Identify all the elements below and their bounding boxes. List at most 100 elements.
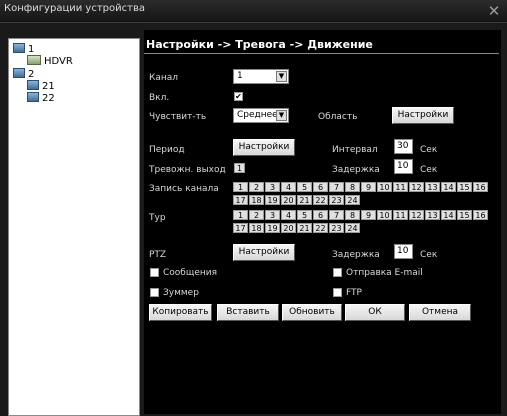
close-icon[interactable]: ✕: [487, 4, 501, 19]
region-label: Область: [318, 112, 358, 122]
messages-label: Сообщения: [163, 268, 218, 278]
record-channel-4[interactable]: 4: [281, 182, 296, 192]
tour-channel-12[interactable]: 12: [409, 210, 424, 220]
title-divider: [144, 53, 499, 54]
tour-channel-2[interactable]: 2: [249, 210, 264, 220]
record-channel-18[interactable]: 18: [249, 195, 264, 205]
period-settings-button[interactable]: Настройки: [233, 139, 295, 156]
tree-item-1[interactable]: 1: [13, 43, 34, 55]
record-channel-22[interactable]: 22: [313, 195, 328, 205]
tree-item-hdvr[interactable]: HDVR: [27, 55, 73, 67]
record-channel-15[interactable]: 15: [457, 182, 472, 192]
tour-channel-20[interactable]: 20: [281, 223, 296, 233]
buzzer-checkbox[interactable]: [150, 288, 159, 297]
record-channel-10[interactable]: 10: [377, 182, 392, 192]
tour-channel-7[interactable]: 7: [329, 210, 344, 220]
record-channel-7[interactable]: 7: [329, 182, 344, 192]
tour-channel-3[interactable]: 3: [265, 210, 280, 220]
tour-channel-10[interactable]: 10: [377, 210, 392, 220]
copy-button[interactable]: Копировать: [149, 304, 212, 321]
tour-channel-4[interactable]: 4: [281, 210, 296, 220]
enable-checkbox[interactable]: ✔: [234, 92, 243, 101]
tour-channel-22[interactable]: 22: [313, 223, 328, 233]
sensitivity-select[interactable]: Среднее ▼: [233, 108, 289, 123]
record-channel-14[interactable]: 14: [441, 182, 456, 192]
folder-icon: [13, 68, 25, 78]
channel-label: Канал: [149, 73, 179, 83]
title-bar: Конфигурации устройства ✕: [0, 0, 507, 23]
ptz-settings-button[interactable]: Настройки: [233, 244, 295, 261]
record-channel-1[interactable]: 1: [233, 182, 248, 192]
tour-channel-24[interactable]: 24: [345, 223, 360, 233]
tour-channel-1[interactable]: 1: [233, 210, 248, 220]
channel-select[interactable]: 1 ▼: [233, 69, 289, 84]
tree-item-22[interactable]: 22: [27, 92, 55, 104]
record-channel-16[interactable]: 16: [473, 182, 488, 192]
enable-label: Вкл.: [149, 93, 170, 103]
tour-channel-17[interactable]: 17: [233, 223, 248, 233]
tour-channel-21[interactable]: 21: [297, 223, 312, 233]
delay-sec-label: Сек: [420, 165, 438, 175]
interval-sec-label: Сек: [420, 145, 438, 155]
record-channel-2[interactable]: 2: [249, 182, 264, 192]
alarm-output-toggle[interactable]: 1: [234, 163, 245, 173]
record-channel-3[interactable]: 3: [265, 182, 280, 192]
record-channel-23[interactable]: 23: [329, 195, 344, 205]
dvr-icon: [27, 55, 41, 65]
interval-label: Интервал: [332, 145, 378, 155]
tour-channel-19[interactable]: 19: [265, 223, 280, 233]
tour-channel-23[interactable]: 23: [329, 223, 344, 233]
sensitivity-label: Чувствит-ть: [149, 112, 207, 122]
tour-label: Тур: [149, 213, 166, 223]
record-channel-9[interactable]: 9: [361, 182, 376, 192]
tree-item-21[interactable]: 21: [27, 80, 55, 92]
device-tree[interactable]: 1 HDVR 2 21 22: [8, 38, 140, 416]
tour-channel-16[interactable]: 16: [473, 210, 488, 220]
tour-channel-13[interactable]: 13: [425, 210, 440, 220]
record-channel-13[interactable]: 13: [425, 182, 440, 192]
ok-button[interactable]: ОК: [345, 304, 405, 321]
record-channel-19[interactable]: 19: [265, 195, 280, 205]
folder-icon: [13, 43, 25, 53]
tour-channel-15[interactable]: 15: [457, 210, 472, 220]
record-channel-6[interactable]: 6: [313, 182, 328, 192]
tour-channel-8[interactable]: 8: [345, 210, 360, 220]
record-channel-21[interactable]: 21: [297, 195, 312, 205]
cancel-button[interactable]: Отмена: [409, 304, 471, 321]
window-title: Конфигурации устройства: [4, 3, 145, 14]
folder-icon: [27, 80, 39, 90]
alarm-output-label: Тревожн. выход: [149, 165, 226, 175]
page-title: Настройки -> Тревога -> Движение: [146, 38, 373, 51]
ptz-delay-label: Задержка: [332, 250, 380, 260]
delay-label: Задержка: [332, 165, 380, 175]
delay-input[interactable]: 10: [394, 159, 413, 174]
record-channel-17[interactable]: 17: [233, 195, 248, 205]
messages-checkbox[interactable]: [150, 268, 159, 277]
period-label: Период: [149, 145, 185, 155]
buzzer-label: Зуммер: [163, 288, 199, 298]
tour-channel-6[interactable]: 6: [313, 210, 328, 220]
ptz-delay-input[interactable]: 10: [394, 244, 413, 259]
ftp-label: FTP: [346, 288, 362, 298]
tour-channel-11[interactable]: 11: [393, 210, 408, 220]
tour-channel-18[interactable]: 18: [249, 223, 264, 233]
email-label: Отправка E-mail: [346, 268, 423, 278]
email-checkbox[interactable]: [333, 268, 342, 277]
record-channel-8[interactable]: 8: [345, 182, 360, 192]
region-settings-button[interactable]: Настройки: [392, 107, 454, 124]
ftp-checkbox[interactable]: [333, 288, 342, 297]
refresh-button[interactable]: Обновить: [282, 304, 342, 321]
tour-channel-9[interactable]: 9: [361, 210, 376, 220]
record-channel-11[interactable]: 11: [393, 182, 408, 192]
record-channel-5[interactable]: 5: [297, 182, 312, 192]
settings-panel: [144, 30, 501, 414]
tree-item-2[interactable]: 2: [13, 68, 34, 80]
record-channel-20[interactable]: 20: [281, 195, 296, 205]
paste-button[interactable]: Вставить: [217, 304, 279, 321]
record-channel-24[interactable]: 24: [345, 195, 360, 205]
chevron-down-icon: ▼: [276, 71, 287, 82]
tour-channel-14[interactable]: 14: [441, 210, 456, 220]
interval-input[interactable]: 30: [394, 139, 413, 154]
tour-channel-5[interactable]: 5: [297, 210, 312, 220]
record-channel-12[interactable]: 12: [409, 182, 424, 192]
